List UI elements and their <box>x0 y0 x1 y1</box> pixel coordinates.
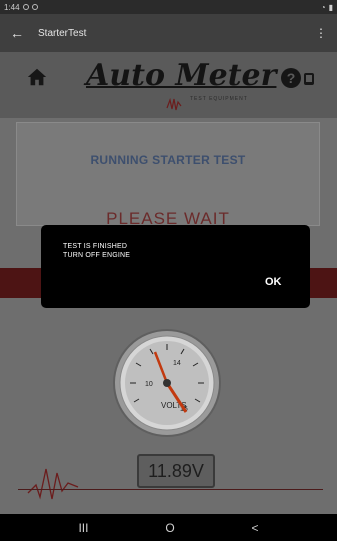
dialog-message-line-2: TURN OFF ENGINE <box>63 252 131 259</box>
overflow-menu-icon[interactable]: ⋮ <box>315 26 327 40</box>
test-status-panel: RUNNING STARTER TEST PLEASE WAIT <box>16 122 320 228</box>
ok-button[interactable]: OK <box>265 276 282 288</box>
volt-gauge: 10 14 15 VOLTS <box>113 329 221 437</box>
gauge-tick-10: 10 <box>145 381 153 388</box>
status-bar: 1:44 ◔ ▮ <box>0 0 337 14</box>
brand-bar: Auto Meter TEST EQUIPMENT ? <box>0 52 337 118</box>
voltage-value: 11.89V <box>148 460 204 481</box>
svg-text:?: ? <box>287 70 296 86</box>
back-nav-icon[interactable]: < <box>252 521 259 535</box>
test-status-text: RUNNING STARTER TEST <box>90 153 246 167</box>
recents-icon[interactable]: III <box>78 521 88 535</box>
home-icon[interactable] <box>26 66 48 88</box>
logo-wave-icon <box>166 97 182 111</box>
back-arrow-icon[interactable]: ← <box>10 25 32 41</box>
notification-icon <box>22 4 29 10</box>
wave-logo-icon <box>27 468 79 500</box>
home-nav-icon[interactable]: O <box>165 521 174 535</box>
logo-subtitle: TEST EQUIPMENT <box>190 96 248 102</box>
dialog-message-line-1: TEST IS FINISHED <box>63 243 128 250</box>
app-title: StarterTest <box>38 27 87 39</box>
divider-line <box>18 489 323 490</box>
gauge-tick-14: 14 <box>173 360 181 367</box>
system-nav-bar: III O < <box>0 514 337 541</box>
status-time: 1:44 <box>4 2 20 12</box>
logo-text: Auto Meter <box>86 58 277 93</box>
battery-icon: ▮ <box>328 2 333 12</box>
notification-icon-2 <box>31 4 38 10</box>
auto-meter-logo: Auto Meter TEST EQUIPMENT <box>86 58 286 112</box>
app-bar: ← StarterTest ⋮ <box>0 14 337 52</box>
wifi-icon: ◔ <box>320 2 326 12</box>
help-icon[interactable]: ? <box>280 66 320 90</box>
voltage-readout: 11.89V <box>137 454 215 488</box>
test-finished-dialog: TEST IS FINISHED TURN OFF ENGINE OK <box>41 225 310 308</box>
